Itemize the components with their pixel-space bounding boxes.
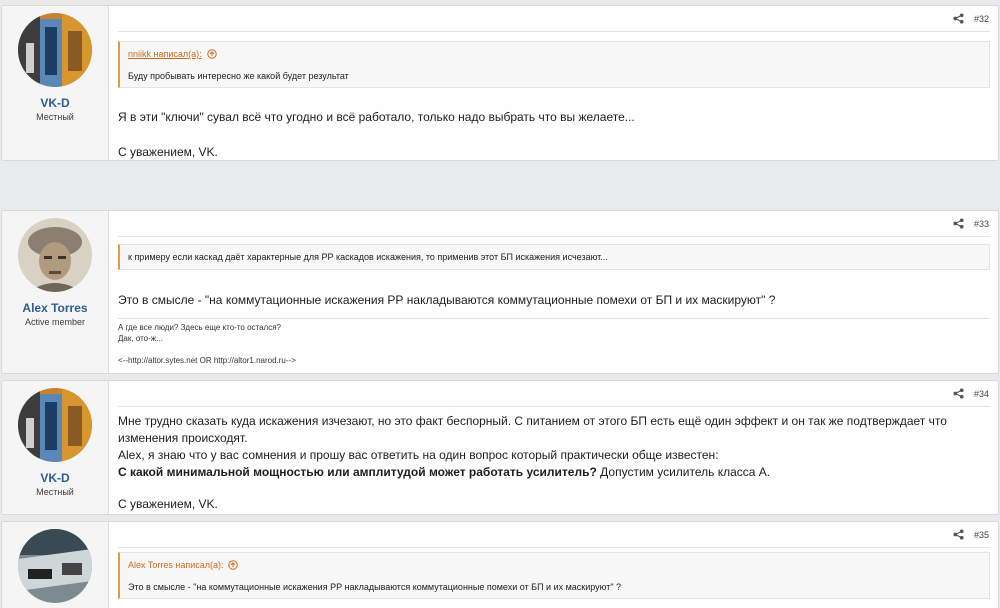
arrow-up-circle-icon[interactable] [207,49,217,59]
quote-header[interactable]: nniikk написал(а): [120,42,989,66]
user-title: Местный [36,112,74,122]
user-cell: VK-D Местный [2,6,109,160]
quote-header[interactable]: Alex Torres написал(а): [120,553,989,577]
post-content: #33 к примеру если каскад даёт характерн… [109,211,998,373]
username[interactable]: VK-D [2,96,108,110]
user-cell: Alex Torres Active member [2,211,109,373]
user-title: Местный [36,487,74,497]
post-content: #32 nniikk написал(а): Буду пробывать ин… [109,6,998,160]
quote-block: к примеру если каскад даёт характерные д… [118,244,990,270]
message-line: Мне трудно сказать куда искажения изчеза… [118,414,947,445]
signature-links[interactable]: <--http://altor.sytes.net OR http://alto… [118,355,990,366]
post-number[interactable]: #33 [974,219,989,229]
signature-line: А где все люди? Здесь еще кто-то остался… [118,323,281,332]
user-cell: VK-D Местный [2,381,109,514]
avatar[interactable] [18,13,92,87]
post-content: #35 Alex Torres написал(а): Это в смысле… [109,522,998,608]
quote-text: Буду пробывать интересно же какой будет … [128,71,349,81]
share-icon[interactable] [953,218,964,229]
post-number[interactable]: #35 [974,530,989,540]
post: VK-D Местный #34 Мне трудно сказать куда… [1,380,999,515]
share-icon[interactable] [953,388,964,399]
post: #35 Alex Torres написал(а): Это в смысле… [1,521,999,608]
share-icon[interactable] [953,13,964,24]
message-signoff: С уважением, VK. [118,497,218,511]
bold-question: С какой минимальной мощностью или амплит… [118,465,597,479]
quote-text: к примеру если каскад даёт характерные д… [128,252,608,262]
signature: А где все люди? Здесь еще кто-то остался… [118,318,990,366]
message-signoff: С уважением, VK. [118,145,218,159]
message-line: Alex, я знаю что у вас сомнения и прошу … [118,448,719,462]
post-number[interactable]: #34 [974,389,989,399]
username[interactable]: Alex Torres [2,301,108,315]
quote-block: Alex Torres написал(а): Это в смысле - "… [118,552,990,599]
avatar[interactable] [18,388,92,462]
post-number[interactable]: #32 [974,14,989,24]
user-cell [2,522,109,608]
quote-author[interactable]: nniikk написал(а): [128,49,202,59]
post-header: #35 [118,522,990,548]
post-header: #32 [118,6,990,32]
message-line: Это в смысле - "на коммутационные искаже… [118,293,776,307]
share-icon[interactable] [953,529,964,540]
quote-block: nniikk написал(а): Буду пробывать интере… [118,41,990,88]
signature-line: Дак, ото-ж... [118,334,163,343]
post-content: #34 Мне трудно сказать куда искажения из… [109,381,998,514]
post-header: #33 [118,211,990,237]
post: VK-D Местный #32 nniikk написал(а): Буду… [1,5,999,161]
post: Alex Torres Active member #33 к примеру … [1,210,999,374]
message-line: С какой минимальной мощностью или амплит… [118,464,990,481]
message-line: Я в эти "ключи" сувал всё что угодно и в… [118,110,635,124]
quote-author[interactable]: Alex Torres написал(а): [128,560,223,570]
arrow-up-circle-icon[interactable] [228,560,238,570]
avatar[interactable] [18,218,92,292]
user-title: Active member [24,317,86,327]
quote-text: Это в смысле - "на коммутационные искаже… [128,582,622,592]
message-text: Допустим усилитель класса А. [600,465,771,479]
post-header: #34 [118,381,990,407]
avatar[interactable] [18,529,92,603]
username[interactable]: VK-D [2,471,108,485]
